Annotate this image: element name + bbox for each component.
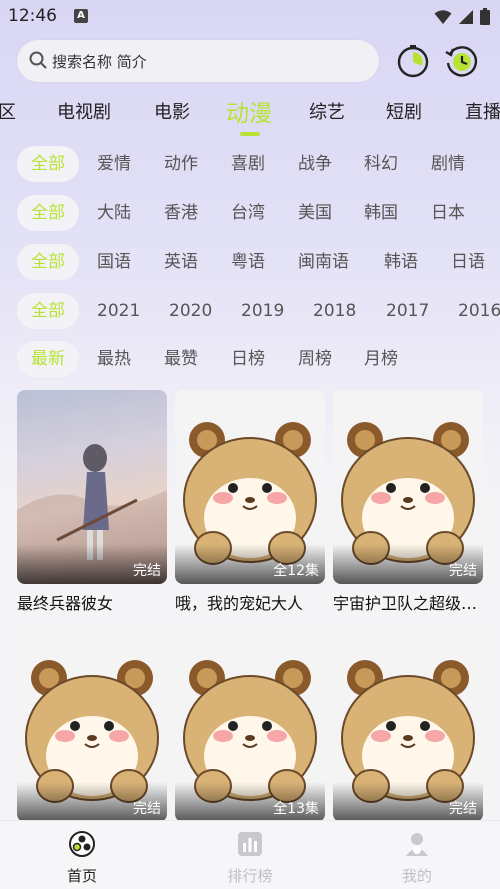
- nav-home[interactable]: 首页: [42, 831, 122, 886]
- filter-chip[interactable]: 日榜: [231, 341, 265, 377]
- filter-row-genre: 全部 爱情 动作 喜剧 战争 科幻 剧情: [0, 146, 500, 182]
- episode-badge: 完结: [133, 801, 161, 817]
- filter-chip[interactable]: 月榜: [364, 341, 398, 377]
- tab-anime[interactable]: 动漫: [226, 94, 272, 128]
- filter-chip[interactable]: 科幻: [364, 146, 398, 182]
- search-icon: [29, 51, 47, 69]
- bottom-navigation: 首页 排行榜 我的: [0, 820, 500, 889]
- filter-chip[interactable]: 台湾: [231, 195, 265, 231]
- nav-label: 排行榜: [227, 867, 273, 885]
- filter-chip[interactable]: 剧情: [431, 146, 465, 182]
- status-time: 12:46: [8, 6, 57, 26]
- filter-chip[interactable]: 2018: [313, 293, 356, 329]
- filter-chip[interactable]: 2017: [386, 293, 429, 329]
- active-tab-indicator: [240, 132, 260, 136]
- filter-chip[interactable]: 大陆: [97, 195, 131, 231]
- history-icon[interactable]: [444, 44, 478, 78]
- filter-chip[interactable]: 2020: [169, 293, 212, 329]
- filter-chip[interactable]: 粤语: [231, 244, 265, 280]
- filter-chip[interactable]: 2021: [97, 293, 140, 329]
- signal-icon: [459, 9, 473, 24]
- wifi-icon: [434, 9, 452, 24]
- hamster-placeholder: 完结: [333, 628, 483, 822]
- search-placeholder: 搜索名称 简介: [52, 53, 147, 71]
- nav-label: 我的: [401, 867, 432, 885]
- nav-label: 首页: [66, 867, 97, 885]
- filter-chip[interactable]: 2016: [458, 293, 500, 329]
- video-title: 哦，我的宠妃大人: [175, 594, 304, 613]
- nav-profile[interactable]: 我的: [377, 831, 457, 886]
- filter-chip-selected[interactable]: 全部: [17, 244, 79, 280]
- filter-chip-selected[interactable]: 最新: [17, 341, 79, 377]
- filter-row-language: 全部 国语 英语 粤语 闽南语 韩语 日语: [0, 244, 500, 280]
- episode-badge: 完结: [449, 563, 477, 579]
- sim-icon: A: [74, 9, 88, 23]
- tab-variety[interactable]: 综艺: [309, 98, 345, 124]
- filter-chip[interactable]: 韩国: [364, 195, 398, 231]
- filter-chip[interactable]: 周榜: [298, 341, 332, 377]
- filter-chip[interactable]: 最赞: [164, 341, 198, 377]
- episode-badge: 完结: [449, 801, 477, 817]
- filter-chip[interactable]: 战争: [298, 146, 332, 182]
- filter-chip[interactable]: 日本: [431, 195, 465, 231]
- hamster-placeholder: 全13集: [175, 628, 325, 822]
- filter-chip[interactable]: 喜剧: [231, 146, 265, 182]
- filter-chip-selected[interactable]: 全部: [17, 293, 79, 329]
- filter-row-region: 全部 大陆 香港 台湾 美国 韩国 日本: [0, 195, 500, 231]
- hamster-placeholder: 完结: [333, 390, 483, 584]
- status-bar: 12:46 A: [0, 0, 500, 34]
- tab-tv-series[interactable]: 电视剧: [57, 98, 111, 124]
- filter-chip[interactable]: 美国: [298, 195, 332, 231]
- filter-chip-selected[interactable]: 全部: [17, 195, 79, 231]
- filter-chip[interactable]: 国语: [97, 244, 131, 280]
- home-icon: [69, 831, 95, 857]
- episode-badge: 全13集: [273, 801, 319, 817]
- status-indicators: [434, 8, 490, 25]
- tab-movies[interactable]: 电影: [154, 98, 190, 124]
- video-title: 最终兵器彼女: [17, 594, 114, 613]
- tab-live[interactable]: 直播: [465, 98, 500, 124]
- filter-chip[interactable]: 日语: [451, 244, 485, 280]
- hamster-placeholder: 全12集: [175, 390, 325, 584]
- ranking-icon: [238, 832, 262, 856]
- hamster-placeholder: 完结: [17, 628, 167, 822]
- timer-icon[interactable]: [396, 44, 430, 78]
- anime-poster: 完结: [17, 390, 167, 584]
- filter-chip[interactable]: 最热: [97, 341, 131, 377]
- nav-ranking[interactable]: 排行榜: [210, 831, 290, 886]
- filter-row-sort: 最新 最热 最赞 日榜 周榜 月榜: [0, 341, 500, 377]
- profile-icon: [406, 833, 428, 856]
- filter-chip[interactable]: 2019: [241, 293, 284, 329]
- search-bar[interactable]: 搜索名称 简介: [17, 40, 379, 82]
- battery-icon: [480, 8, 490, 25]
- filter-chip[interactable]: 英语: [164, 244, 198, 280]
- tab-short-drama[interactable]: 短剧: [386, 98, 422, 124]
- tab-partial[interactable]: 区: [0, 98, 16, 124]
- episode-badge: 全12集: [273, 563, 319, 579]
- filter-chip[interactable]: 香港: [164, 195, 198, 231]
- filter-chip[interactable]: 爱情: [97, 146, 131, 182]
- filter-chip[interactable]: 闽南语: [298, 244, 349, 280]
- filter-chip[interactable]: 韩语: [384, 244, 418, 280]
- filter-row-year: 全部 2021 2020 2019 2018 2017 2016: [0, 293, 500, 329]
- episode-badge: 完结: [133, 563, 161, 579]
- video-title: 宇宙护卫队之超级联盟: [333, 594, 483, 613]
- filter-chip[interactable]: 动作: [164, 146, 198, 182]
- filter-chip-selected[interactable]: 全部: [17, 146, 79, 182]
